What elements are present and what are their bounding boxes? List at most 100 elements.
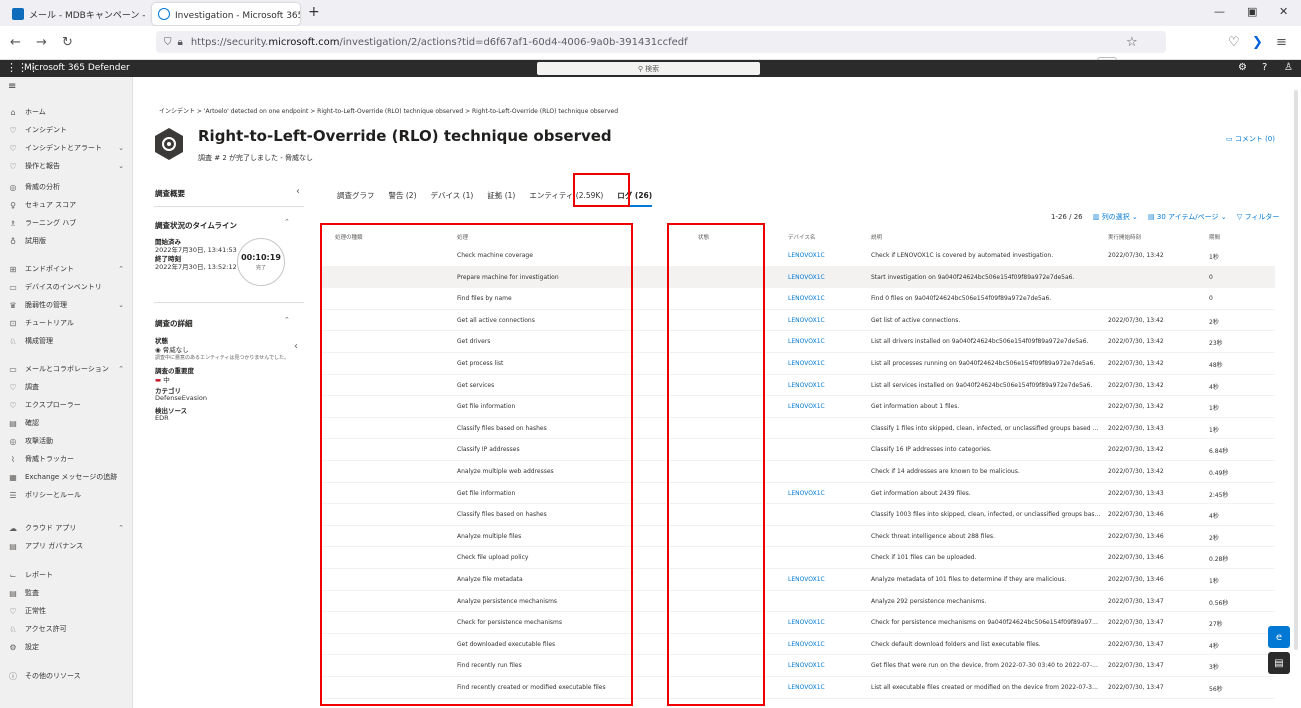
table-row[interactable]: ♣PersistenceCheck for persistence mechan…	[320, 612, 1275, 634]
chevron-icon[interactable]: ⌃	[118, 524, 124, 532]
nav-item[interactable]: ♘ 構成管理	[0, 332, 133, 350]
table-row[interactable]: ⚙AnalysisClassify files based on hashes✓…	[320, 504, 1275, 526]
table-row[interactable]: ▢FileFind recently created or modified e…	[320, 677, 1275, 699]
minimize-icon[interactable]: —	[1214, 5, 1225, 18]
nav-item[interactable]: ▤ 監査	[0, 584, 133, 602]
device-link[interactable]: LENOVOX1C	[788, 490, 858, 497]
device-link[interactable]: LENOVOX1C	[788, 317, 858, 324]
nav-item[interactable]: ▦ Exchange メッセージの追跡	[0, 468, 133, 486]
table-row[interactable]: ▢FileGet file information✓CompletedLENOV…	[320, 396, 1275, 418]
nav-item[interactable]: ♡ インシデントとアラート ⌄	[0, 139, 133, 157]
settings-icon[interactable]: ⚙	[1238, 62, 1247, 73]
scrollbar[interactable]	[1294, 90, 1298, 650]
header-description[interactable]: 説明	[871, 233, 882, 241]
help-icon[interactable]: ?	[1262, 62, 1267, 73]
nav-item[interactable]: ♡ 正常性	[0, 602, 133, 620]
nav-item[interactable]: ♡ エクスプローラー	[0, 396, 133, 414]
table-row[interactable]: ⚙SystemCheck machine coverage✓CompletedL…	[320, 245, 1275, 267]
table-row[interactable]: ⚙AnalysisClassify IP addresses✓Completed…	[320, 439, 1275, 461]
nav-item[interactable]: ♀ セキュア スコア	[0, 196, 133, 214]
nav-item[interactable]: ☁ クラウド アプリ ⌃	[0, 519, 133, 537]
device-link[interactable]: LENOVOX1C	[788, 252, 858, 259]
device-link[interactable]: LENOVOX1C	[788, 619, 858, 626]
choose-columns-button[interactable]: ▥ 列の選択 ⌄	[1093, 213, 1138, 221]
header-action[interactable]: 処理	[457, 233, 468, 241]
nav-item[interactable]: ⊡ チュートリアル	[0, 314, 133, 332]
table-row[interactable]: ⚙AnalysisAnalyze multiple web addresses✓…	[320, 461, 1275, 483]
pocket-icon[interactable]: ♡	[1228, 35, 1240, 50]
tab-1[interactable]: 警告 (2)	[389, 190, 417, 201]
table-row[interactable]: ⚙AnalysisAnalyze persistence mechanisms✓…	[320, 591, 1275, 613]
filter-button[interactable]: ▽ フィルター	[1237, 213, 1280, 221]
restore-icon[interactable]: ▣	[1247, 5, 1257, 18]
chevron-icon[interactable]: ⌃	[118, 365, 124, 373]
nav-item[interactable]: ⓘ その他のリソース	[0, 667, 133, 685]
nav-item[interactable]: ▤ アプリ ガバナンス	[0, 537, 133, 555]
device-link[interactable]: LENOVOX1C	[788, 274, 858, 281]
nav-item[interactable]: ♁ 試用版	[0, 232, 133, 250]
nav-item[interactable]: ◎ 攻撃活動	[0, 432, 133, 450]
browser-tab-outlook[interactable]: メール - MDBキャンペーン - Outlook ✕	[6, 3, 148, 25]
nav-item[interactable]: ♛ 脆弱性の管理 ⌄	[0, 296, 133, 314]
chevron-up-icon[interactable]: ⌃	[284, 316, 290, 324]
device-link[interactable]: LENOVOX1C	[788, 338, 858, 345]
nav-item[interactable]: ♗ ラーニング ハブ	[0, 214, 133, 232]
feedback-icon[interactable]: ▤	[1268, 652, 1290, 674]
table-row[interactable]: ▢FileFind recently run files✓CompletedLE…	[320, 655, 1275, 677]
table-row[interactable]: ⊽DriverGet drivers✓CompletedLENOVOX1CLis…	[320, 331, 1275, 353]
table-row[interactable]: ▢FileGet file information✓CompletedLENOV…	[320, 483, 1275, 505]
device-link[interactable]: LENOVOX1C	[788, 403, 858, 410]
breadcrumb[interactable]: インシデント > 'Artoelo' detected on one endpo…	[159, 106, 618, 115]
device-link[interactable]: LENOVOX1C	[788, 382, 858, 389]
device-link[interactable]: LENOVOX1C	[788, 360, 858, 367]
tab-2[interactable]: デバイス (1)	[431, 190, 474, 201]
device-link[interactable]: LENOVOX1C	[788, 641, 858, 648]
table-row[interactable]: ♙UserPrepare machine for investigation✓C…	[320, 266, 1275, 289]
new-tab-button[interactable]: +	[308, 4, 320, 20]
browser-tab-investigation[interactable]: Investigation - Microsoft 365 セ ✕	[152, 3, 300, 25]
device-link[interactable]: LENOVOX1C	[788, 295, 858, 302]
chevron-icon[interactable]: ⌃	[118, 265, 124, 273]
search-input[interactable]: ⚲ 検索	[537, 62, 760, 75]
user-icon[interactable]: ♙	[1284, 62, 1293, 73]
table-row[interactable]: ⚙SystemCheck file upload policy✓Complete…	[320, 547, 1275, 569]
nav-item[interactable]: ⚙ 設定	[0, 638, 133, 656]
header-duration[interactable]: 期間	[1209, 233, 1220, 241]
bookmark-star-icon[interactable]: ☆	[1126, 35, 1138, 50]
nav-item[interactable]: ♡ インシデント	[0, 121, 133, 139]
nav-item[interactable]: ♡ 操作と報告 ⌄	[0, 157, 133, 175]
tab-4[interactable]: エンティティ (2.59K)	[529, 190, 603, 201]
chevron-up-icon[interactable]: ⌃	[284, 218, 290, 226]
address-bar[interactable]: ⛉ 🔒︎ https://security.microsoft.com/inve…	[156, 31, 1166, 53]
hamburger-icon[interactable]: ≡	[8, 81, 16, 92]
assistant-icon[interactable]: e	[1268, 626, 1290, 648]
chevron-icon[interactable]: ⌄	[118, 144, 124, 152]
extension-icon[interactable]: ❯	[1252, 35, 1263, 50]
nav-item[interactable]: ⌂ ホーム	[0, 103, 133, 121]
header-start-time[interactable]: 実行開始時刻	[1108, 233, 1141, 241]
table-row[interactable]: ▢FileFind files by name○SkippedLENOVOX1C…	[320, 288, 1275, 310]
table-row[interactable]: ▢FileAnalyze file metadata✓CompletedLENO…	[320, 569, 1275, 591]
nav-item[interactable]: ◎ 脅威の分析	[0, 178, 133, 196]
back-icon[interactable]: ←	[10, 35, 21, 50]
header-device[interactable]: デバイス名	[788, 233, 815, 241]
chevron-icon[interactable]: ⌄	[118, 162, 124, 170]
tab-0[interactable]: 調査グラフ	[337, 190, 375, 201]
device-link[interactable]: LENOVOX1C	[788, 576, 858, 583]
table-row[interactable]: ⚙ProcessGet process list✓CompletedLENOVO…	[320, 353, 1275, 375]
nav-item[interactable]: ☰ ポリシーとルール	[0, 486, 133, 504]
forward-icon[interactable]: →	[36, 35, 47, 50]
nav-item[interactable]: ⌇ 脅威トラッカー	[0, 450, 133, 468]
menu-icon[interactable]: ≡	[1276, 35, 1287, 50]
nav-item[interactable]: ♘ アクセス許可	[0, 620, 133, 638]
header-source[interactable]: 処理の種類	[335, 233, 363, 241]
items-per-page-button[interactable]: ▤ 30 アイテム/ページ ⌄	[1148, 213, 1227, 221]
close-window-icon[interactable]: ✕	[1279, 5, 1288, 18]
header-status[interactable]: 状態	[698, 233, 709, 241]
chevron-icon[interactable]: ⌄	[118, 301, 124, 309]
reload-icon[interactable]: ↻	[62, 35, 73, 50]
table-row[interactable]: ⚙AnalysisClassify files based on hashes✓…	[320, 418, 1275, 440]
comment-button[interactable]: ▭ コメント (0)	[1226, 134, 1275, 144]
table-row[interactable]: ●NetworkGet all active connections✓Compl…	[320, 310, 1275, 332]
device-link[interactable]: LENOVOX1C	[788, 662, 858, 669]
